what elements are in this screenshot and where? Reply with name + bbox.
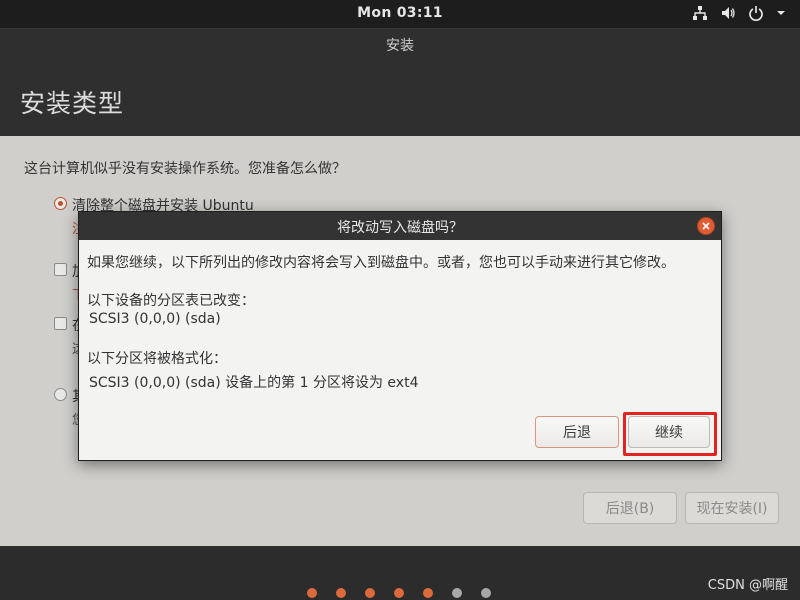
- option-4-radio[interactable]: [54, 388, 67, 401]
- back-button[interactable]: 后退(B): [583, 492, 677, 524]
- system-tray[interactable]: [692, 5, 786, 21]
- partition-table-heading: 以下设备的分区表已改变：: [87, 293, 255, 309]
- option-3-checkbox[interactable]: [54, 317, 67, 330]
- install-now-button[interactable]: 现在安装(I): [685, 492, 779, 524]
- progress-dot-done: [336, 588, 346, 598]
- network-icon[interactable]: [692, 5, 708, 21]
- dialog-intro: 如果您继续，以下所列出的修改内容将会写入到磁盘中。或者，您也可以手动来进行其它修…: [87, 255, 675, 271]
- window-title: 安装: [386, 38, 414, 54]
- format-item: SCSI3 (0,0,0) (sda) 设备上的第 1 分区将设为 ext4: [89, 375, 419, 391]
- clock[interactable]: Mon 03:11: [0, 5, 800, 21]
- dialog-titlebar: 将改动写入磁盘吗？: [79, 212, 721, 240]
- dialog-title: 将改动写入磁盘吗？: [337, 220, 463, 236]
- progress-dot-done: [423, 588, 433, 598]
- menu-arrow-icon[interactable]: [776, 8, 786, 18]
- close-icon[interactable]: [697, 217, 715, 235]
- footer: CSDN @啊醒: [0, 546, 800, 600]
- progress-dots: [307, 588, 491, 598]
- progress-dot-pending: [452, 588, 462, 598]
- format-heading: 以下分区将被格式化：: [87, 351, 227, 367]
- progress-dot-pending: [481, 588, 491, 598]
- top-panel: Mon 03:11: [0, 0, 800, 28]
- watermark: CSDN @啊醒: [707, 578, 788, 593]
- partition-table-device: SCSI3 (0,0,0) (sda): [89, 311, 221, 327]
- volume-icon[interactable]: [720, 5, 736, 21]
- window-titlebar: 安装: [0, 28, 800, 60]
- option-2-checkbox[interactable]: [54, 263, 67, 276]
- progress-dot-done: [365, 588, 375, 598]
- erase-disk-radio[interactable]: [54, 197, 67, 210]
- progress-dot-done: [307, 588, 317, 598]
- highlight-annotation: [623, 412, 717, 456]
- page-title: 安装类型: [20, 89, 125, 118]
- install-question: 这台计算机似乎没有安装操作系统。您准备怎么做？: [24, 161, 346, 177]
- progress-dot-done: [394, 588, 404, 598]
- page-header: 安装类型: [0, 60, 800, 136]
- power-icon[interactable]: [748, 5, 764, 21]
- dialog-back-button[interactable]: 后退: [535, 416, 619, 448]
